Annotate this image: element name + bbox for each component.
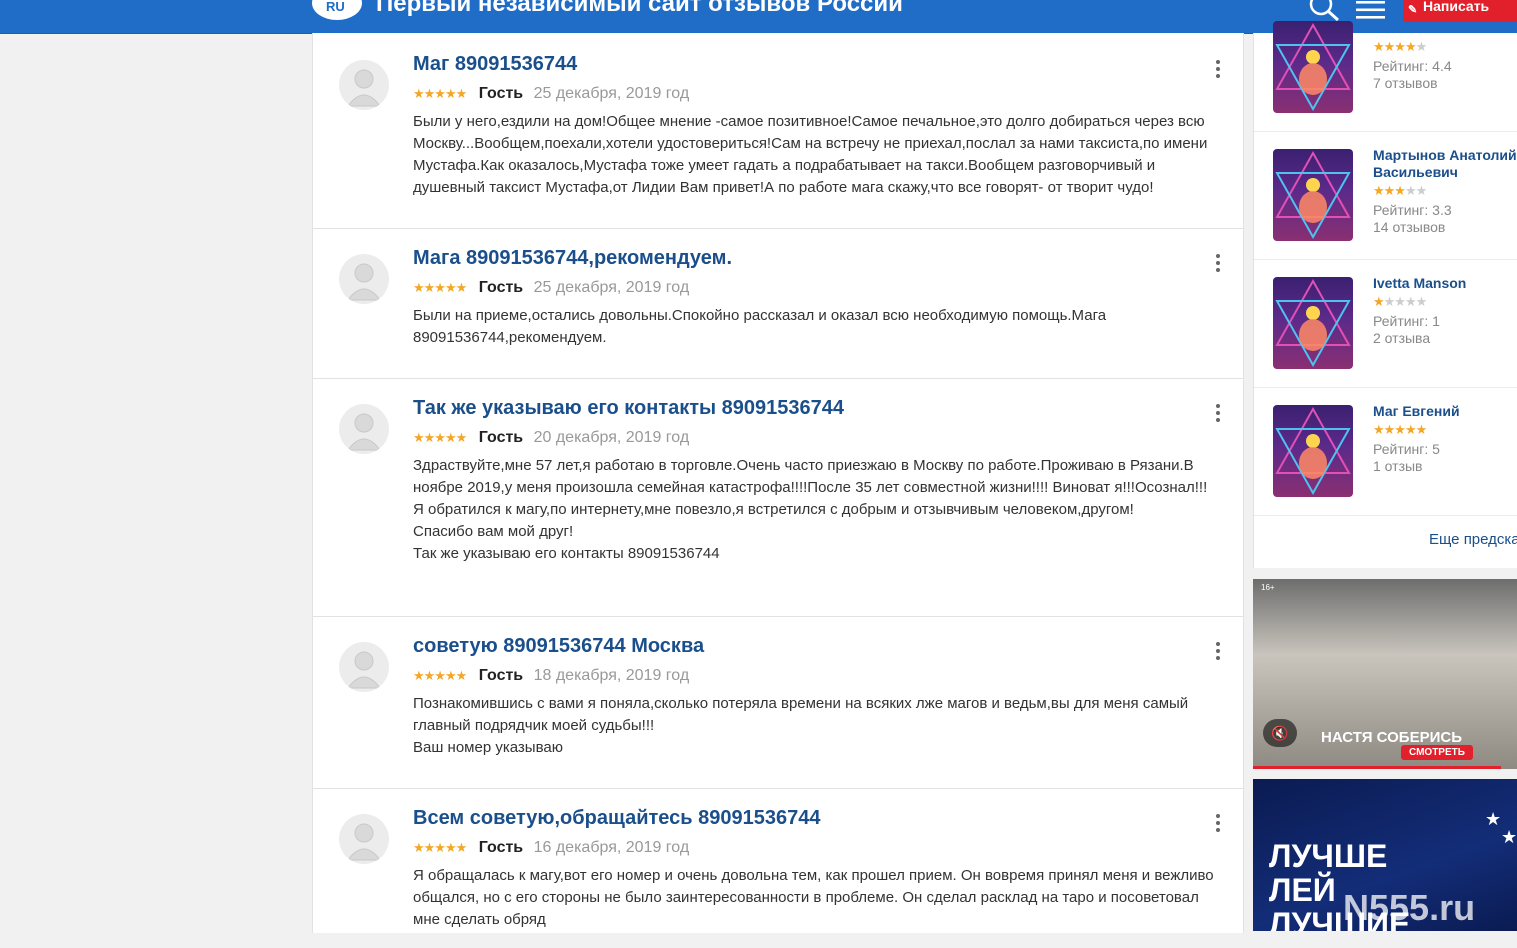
predictor-stars: ★★★★★ xyxy=(1373,422,1427,437)
more-options-icon[interactable] xyxy=(1216,404,1220,425)
review-author: Гость xyxy=(478,279,524,296)
logo-text: RU xyxy=(326,0,345,14)
review-item: советую 89091536744 Москва ★★★★★ Гость 1… xyxy=(313,616,1243,789)
banner-ad[interactable]: ★ ★ ЛУЧШЕ ЛЕЙ ЛУЧШИЕ N555.ru xyxy=(1253,779,1517,931)
predictor-thumbnail[interactable] xyxy=(1273,149,1353,241)
review-meta: ★★★★★ Гость 25 декабря, 2019 год xyxy=(413,279,689,297)
avatar xyxy=(339,404,389,454)
site-logo[interactable]: RU xyxy=(312,0,362,20)
review-text: Были у него,ездили на дом!Общее мнение -… xyxy=(413,111,1223,199)
site-title[interactable]: Первый независимый сайт отзывов России xyxy=(376,0,903,18)
more-predictors-link[interactable]: Еще предсказатели xyxy=(1429,531,1517,548)
review-author: Гость xyxy=(478,667,524,684)
review-date: 16 декабря, 2019 год xyxy=(533,839,690,856)
review-author: Гость xyxy=(478,85,524,102)
review-title[interactable]: советую 89091536744 Москва xyxy=(413,635,704,658)
review-paragraph: Я обращалась к магу,вот его номер и очен… xyxy=(413,867,1214,928)
review-date: 25 декабря, 2019 год xyxy=(533,279,690,296)
review-paragraph: Были у него,ездили на дом!Общее мнение -… xyxy=(413,113,1208,196)
predictor-review-count: 14 отзывов xyxy=(1373,219,1446,235)
review-paragraph: Я обратился к магу,по интернету,мне пове… xyxy=(413,501,1134,518)
review-title[interactable]: Всем советую,обращайтесь 89091536744 xyxy=(413,807,821,830)
review-paragraph: Спасибо вам мой друг! xyxy=(413,523,574,540)
banner-line: ЛУЧШЕ xyxy=(1269,838,1388,874)
review-text: Познакомившись с вами я поняла,сколько п… xyxy=(413,693,1223,759)
ad-show-name: НАСТЯ СОБЕРИСЬ xyxy=(1321,729,1462,746)
predictor-item[interactable]: Маг Евгений ★★★★★ Рейтинг: 5 1 отзыв xyxy=(1254,387,1517,516)
write-review-label: Написать xyxy=(1423,0,1490,14)
more-options-icon[interactable] xyxy=(1216,814,1220,835)
review-title[interactable]: Мага 89091536744,рекомендуем. xyxy=(413,247,732,270)
watch-button[interactable]: СМОТРЕТЬ xyxy=(1401,745,1473,760)
review-title[interactable]: Маг 89091536744 xyxy=(413,53,577,76)
more-options-icon[interactable] xyxy=(1216,254,1220,275)
avatar xyxy=(339,60,389,110)
review-paragraph: Познакомившись с вами я поняла,сколько п… xyxy=(413,695,1189,734)
review-item: Маг 89091536744 ★★★★★ Гость 25 декабря, … xyxy=(313,33,1243,229)
avatar xyxy=(339,254,389,304)
review-author: Гость xyxy=(478,429,524,446)
predictor-stars: ★★★★★ xyxy=(1373,183,1427,198)
review-date: 25 декабря, 2019 год xyxy=(533,85,690,102)
review-paragraph: Здраствуйте,мне 57 лет,я работаю в торго… xyxy=(413,457,1208,496)
more-options-icon[interactable] xyxy=(1216,642,1220,663)
review-paragraph: Так же указываю его контакты 89091536744 xyxy=(413,545,720,562)
mute-icon[interactable]: 🔇 xyxy=(1263,719,1297,747)
predictor-item[interactable]: ★★★★★ Рейтинг: 4.4 7 отзывов xyxy=(1254,21,1517,132)
review-meta: ★★★★★ Гость 20 декабря, 2019 год xyxy=(413,429,689,447)
predictors-sidebar: ★★★★★ Рейтинг: 4.4 7 отзывов Мартынов Ан… xyxy=(1253,21,1517,568)
predictor-review-count: 2 отзыва xyxy=(1373,330,1431,346)
predictor-item[interactable]: Ivetta Manson ★★★★★ Рейтинг: 1 2 отзыва xyxy=(1254,259,1517,388)
predictor-review-count: 1 отзыв xyxy=(1373,458,1423,474)
review-date: 18 декабря, 2019 год xyxy=(533,667,690,684)
predictor-thumbnail[interactable] xyxy=(1273,277,1353,369)
watermark: N555.ru xyxy=(1343,887,1476,928)
review-date: 20 декабря, 2019 год xyxy=(533,429,690,446)
predictor-rating: Рейтинг: 3.3 xyxy=(1373,202,1452,218)
video-progress-bar xyxy=(1253,766,1501,769)
predictor-name[interactable]: Мартынов Анатолий Васильевич xyxy=(1373,147,1517,181)
more-options-icon[interactable] xyxy=(1216,60,1220,81)
rating-stars: ★★★★★ xyxy=(413,280,467,295)
predictor-thumbnail[interactable] xyxy=(1273,405,1353,497)
predictor-rating: Рейтинг: 1 xyxy=(1373,313,1440,329)
avatar xyxy=(339,642,389,692)
predictor-stars: ★★★★★ xyxy=(1373,39,1427,54)
review-paragraph: Ваш номер указываю xyxy=(413,739,563,756)
video-ad[interactable]: 16+ 🔇 НАСТЯ СОБЕРИСЬ СМОТРЕТЬ xyxy=(1253,579,1517,769)
reviews-list: Маг 89091536744 ★★★★★ Гость 25 декабря, … xyxy=(312,33,1244,933)
comment-icon: ✎ xyxy=(1408,4,1418,16)
review-text: Я обращалась к магу,вот его номер и очен… xyxy=(413,865,1223,931)
predictor-thumbnail[interactable] xyxy=(1273,21,1353,113)
review-author: Гость xyxy=(478,839,524,856)
predictor-stars: ★★★★★ xyxy=(1373,294,1427,309)
review-text: Были на приеме,остались довольны.Спокойн… xyxy=(413,305,1223,349)
star-icon: ★ xyxy=(1485,809,1502,829)
review-item: Мага 89091536744,рекомендуем. ★★★★★ Гост… xyxy=(313,228,1243,379)
review-paragraph: Были на приеме,остались довольны.Спокойн… xyxy=(413,307,1107,346)
avatar xyxy=(339,814,389,864)
review-item: Так же указываю его контакты 89091536744… xyxy=(313,378,1243,617)
write-review-button[interactable]: ✎ Написать xyxy=(1403,0,1517,22)
rating-stars: ★★★★★ xyxy=(413,430,467,445)
predictor-rating: Рейтинг: 4.4 xyxy=(1373,58,1452,74)
review-text: Здраствуйте,мне 57 лет,я работаю в торго… xyxy=(413,455,1223,565)
star-icon: ★ xyxy=(1501,827,1517,847)
predictor-rating: Рейтинг: 5 xyxy=(1373,441,1440,457)
review-meta: ★★★★★ Гость 25 декабря, 2019 год xyxy=(413,85,689,103)
rating-stars: ★★★★★ xyxy=(413,86,467,101)
rating-stars: ★★★★★ xyxy=(413,840,467,855)
predictor-name[interactable]: Ivetta Manson xyxy=(1373,275,1466,292)
review-meta: ★★★★★ Гость 16 декабря, 2019 год xyxy=(413,839,689,857)
review-item: Всем советую,обращайтесь 89091536744 ★★★… xyxy=(313,788,1243,948)
predictor-item[interactable]: Мартынов Анатолий Васильевич ★★★★★ Рейти… xyxy=(1254,131,1517,260)
age-badge: 16+ xyxy=(1261,583,1275,592)
review-title[interactable]: Так же указываю его контакты 89091536744 xyxy=(413,397,844,420)
predictor-review-count: 7 отзывов xyxy=(1373,75,1438,91)
rating-stars: ★★★★★ xyxy=(413,668,467,683)
review-meta: ★★★★★ Гость 18 декабря, 2019 год xyxy=(413,667,689,685)
menu-icon[interactable] xyxy=(1355,1,1387,21)
predictor-name[interactable]: Маг Евгений xyxy=(1373,403,1460,420)
banner-line: ЛЕЙ xyxy=(1269,872,1336,908)
